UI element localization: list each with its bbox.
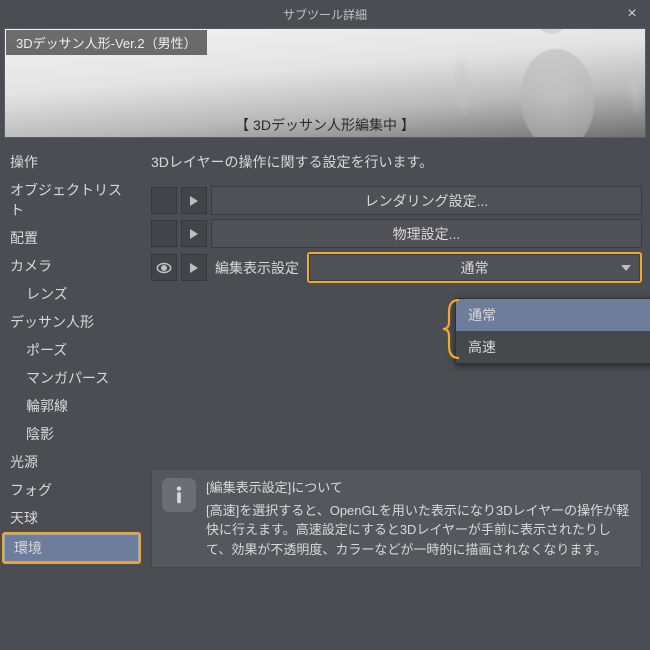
sidebar-item-operation[interactable]: 操作	[0, 148, 143, 176]
content-area: 操作 オブジェクトリスト 配置 カメラ レンズ デッサン人形 ポーズ マンガパー…	[0, 142, 650, 650]
row-physics: 物理設定...	[151, 219, 642, 248]
display-mode-dropdown: 通常 高速	[455, 298, 650, 364]
banner-title: 3Dデッサン人形-Ver.2（男性）	[6, 30, 207, 55]
sidebar-item-lens[interactable]: レンズ	[0, 280, 143, 308]
sidebar-item-object-list[interactable]: オブジェクトリスト	[0, 176, 143, 224]
sidebar-item-drawing-figure[interactable]: デッサン人形	[0, 308, 143, 336]
sidebar-item-skydome[interactable]: 天球	[0, 504, 143, 532]
main-panel: 3Dレイヤーの操作に関する設定を行います。 レンダリング設定... 物理設定..…	[143, 142, 650, 650]
row-rendering: レンダリング設定...	[151, 186, 642, 215]
dropdown-option-normal[interactable]: 通常	[456, 299, 650, 331]
sidebar-item-environment[interactable]: 環境	[4, 534, 139, 562]
sidebar: 操作 オブジェクトリスト 配置 カメラ レンズ デッサン人形 ポーズ マンガパー…	[0, 142, 143, 650]
physics-settings-button[interactable]: 物理設定...	[211, 219, 642, 248]
info-text: [編集表示設定]について [高速]を選択すると、OpenGLを用いた表示になり3…	[206, 478, 631, 559]
sidebar-item-layout[interactable]: 配置	[0, 224, 143, 252]
dropdown-option-fast[interactable]: 高速	[456, 331, 650, 363]
display-mode-combo[interactable]: 通常	[309, 254, 640, 281]
row-display-mode: 編集表示設定 通常	[151, 252, 642, 283]
toggle-button[interactable]	[151, 220, 177, 247]
sidebar-item-camera[interactable]: カメラ	[0, 252, 143, 280]
sidebar-item-light[interactable]: 光源	[0, 448, 143, 476]
sidebar-item-outline[interactable]: 輪郭線	[0, 392, 143, 420]
info-icon	[162, 478, 196, 512]
info-box: [編集表示設定]について [高速]を選択すると、OpenGLを用いた表示になり3…	[151, 469, 642, 568]
banner-subtitle: 【 3Dデッサン人形編集中 】	[5, 115, 645, 135]
titlebar: サブツール詳細 ×	[0, 0, 650, 28]
sidebar-item-highlight: 環境	[2, 532, 141, 564]
rendering-settings-button[interactable]: レンダリング設定...	[211, 186, 642, 215]
toggle-button[interactable]	[151, 187, 177, 214]
panel-description: 3Dレイヤーの操作に関する設定を行います。	[151, 152, 642, 172]
banner: 3Dデッサン人形-Ver.2（男性） 【 3Dデッサン人形編集中 】	[4, 28, 646, 138]
info-heading: [編集表示設定]について	[206, 478, 631, 498]
sidebar-item-manga-perspective[interactable]: マンガパース	[0, 364, 143, 392]
sidebar-item-shading[interactable]: 陰影	[0, 420, 143, 448]
display-mode-label: 編集表示設定	[215, 258, 299, 278]
curly-brace-annotation	[441, 298, 463, 360]
info-body: [高速]を選択すると、OpenGLを用いた表示になり3Dレイヤーの操作が軽快に行…	[206, 501, 631, 560]
combo-value: 通常	[461, 258, 489, 278]
eye-icon[interactable]	[151, 254, 177, 281]
play-icon[interactable]	[181, 254, 207, 281]
play-icon[interactable]	[181, 220, 207, 247]
play-icon[interactable]	[181, 187, 207, 214]
window-title: サブツール詳細	[283, 6, 367, 23]
sidebar-item-fog[interactable]: フォグ	[0, 476, 143, 504]
chevron-down-icon	[621, 265, 631, 271]
sidebar-item-pose[interactable]: ポーズ	[0, 336, 143, 364]
close-icon[interactable]: ×	[622, 4, 642, 24]
